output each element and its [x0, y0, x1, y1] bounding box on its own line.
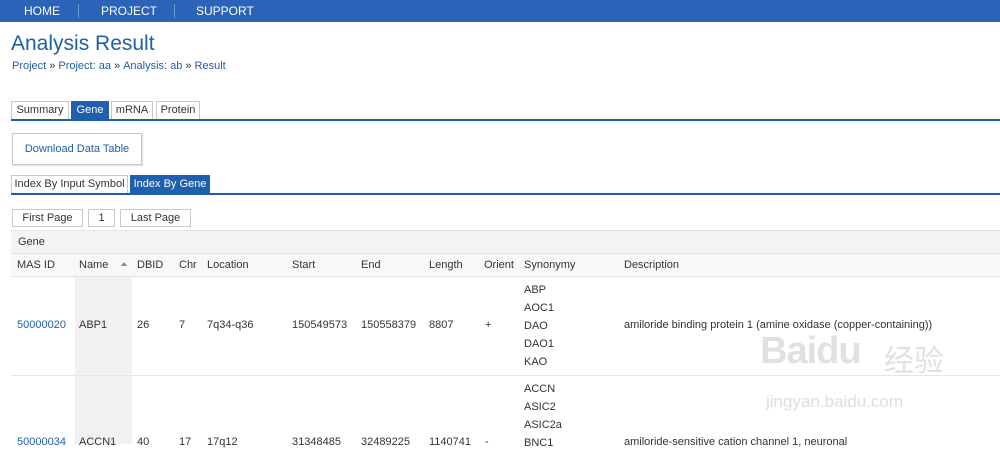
- gene-length: 1140741: [429, 436, 472, 448]
- breadcrumb-project-name[interactable]: Project: aa: [58, 60, 111, 72]
- nav-support[interactable]: SUPPORT: [196, 0, 254, 22]
- gene-location: 17q12: [207, 436, 238, 448]
- tab-index-by-gene[interactable]: Index By Gene: [130, 175, 210, 193]
- tab-summary[interactable]: Summary: [11, 101, 69, 119]
- column-header-end[interactable]: End: [361, 259, 381, 271]
- synonym: ACCN: [524, 383, 556, 395]
- tab-protein[interactable]: Protein: [156, 101, 200, 119]
- gene-synonymy: ABP AOC1 DAO DAO1 KAO: [524, 281, 554, 371]
- first-page-button[interactable]: First Page: [12, 209, 83, 227]
- breadcrumb-separator: »: [113, 60, 121, 72]
- tab-mrna[interactable]: mRNA: [111, 101, 153, 119]
- gene-end: 32489225: [361, 436, 410, 448]
- breadcrumb-separator: »: [49, 60, 56, 72]
- breadcrumb-project[interactable]: Project: [12, 60, 46, 72]
- column-header-mas-id[interactable]: MAS ID: [17, 259, 55, 271]
- gene-description: amiloride-sensitive cation channel 1, ne…: [624, 436, 848, 448]
- table-row: 50000034 ACCN1 40 17 17q12 31348485 3248…: [11, 376, 1000, 449]
- last-page-button[interactable]: Last Page: [120, 209, 191, 227]
- gene-dbid: 40: [137, 436, 150, 448]
- column-header-start[interactable]: Start: [292, 259, 315, 271]
- gene-start: 31348485: [292, 436, 341, 448]
- page-title: Analysis Result: [11, 32, 155, 55]
- nav-home[interactable]: HOME: [24, 0, 60, 22]
- page-number-button[interactable]: 1: [88, 209, 115, 227]
- breadcrumb-analysis[interactable]: Analysis: ab: [123, 60, 182, 72]
- gene-start: 150549573: [292, 319, 348, 331]
- breadcrumb: Project» Project: aa» Analysis: ab» Result: [12, 60, 226, 72]
- gene-description: amiloride binding protein 1 (amine oxida…: [624, 319, 933, 331]
- tab-gene[interactable]: Gene: [71, 101, 109, 119]
- gene-chr: 17: [179, 436, 192, 448]
- download-data-table-button[interactable]: Download Data Table: [12, 133, 142, 165]
- sub-tab-underline: [11, 193, 1000, 195]
- column-header-synonymy[interactable]: Synonymy: [524, 259, 575, 271]
- synonym: BNC1: [524, 437, 554, 449]
- nav-separator: [78, 4, 79, 18]
- gene-location: 7q34-q36: [207, 319, 254, 331]
- column-header-name[interactable]: Name: [79, 259, 108, 271]
- gene-dbid: 26: [137, 319, 150, 331]
- column-header-description[interactable]: Description: [624, 259, 679, 271]
- mas-id-link[interactable]: 50000034: [17, 436, 66, 448]
- column-header-dbid[interactable]: DBID: [137, 259, 163, 271]
- column-header-length[interactable]: Length: [429, 259, 463, 271]
- gene-name: ABP1: [79, 319, 108, 331]
- sort-ascending-icon[interactable]: [121, 262, 127, 266]
- synonym: ASIC2a: [524, 419, 562, 431]
- synonym: KAO: [524, 356, 548, 368]
- synonym: ABP: [524, 284, 547, 296]
- mas-id-link[interactable]: 50000020: [17, 319, 66, 331]
- gene-name: ACCN1: [79, 436, 117, 448]
- group-header-label: Gene: [18, 236, 45, 248]
- column-header-orient[interactable]: Orient: [484, 259, 514, 271]
- nav-separator: [174, 4, 175, 18]
- gene-synonymy: ACCN ASIC2 ASIC2a BNC1: [524, 380, 562, 452]
- gene-orient: +: [485, 319, 492, 331]
- gene-orient: -: [485, 436, 489, 448]
- top-nav-bar: HOME PROJECT SUPPORT: [0, 0, 1000, 22]
- nav-project[interactable]: PROJECT: [101, 0, 157, 22]
- breadcrumb-result: Result: [194, 60, 226, 72]
- synonym: DAO1: [524, 338, 554, 350]
- column-header-chr[interactable]: Chr: [179, 259, 197, 271]
- main-tab-underline: [11, 119, 1000, 121]
- synonym: ASIC2: [524, 401, 556, 413]
- breadcrumb-separator: »: [185, 60, 192, 72]
- synonym: AOC1: [524, 302, 554, 314]
- synonym: DAO: [524, 320, 548, 332]
- table-row: 50000020 ABP1 26 7 7q34-q36 150549573 15…: [11, 277, 1000, 376]
- tab-index-by-input-symbol[interactable]: Index By Input Symbol: [11, 175, 128, 193]
- gene-chr: 7: [179, 319, 186, 331]
- gene-length: 8807: [429, 319, 454, 331]
- column-header-location[interactable]: Location: [207, 259, 249, 271]
- table-group-header: Gene: [11, 230, 1000, 254]
- gene-end: 150558379: [361, 319, 417, 331]
- table-header-row: MAS ID Name DBID Chr Location Start End …: [11, 254, 1000, 277]
